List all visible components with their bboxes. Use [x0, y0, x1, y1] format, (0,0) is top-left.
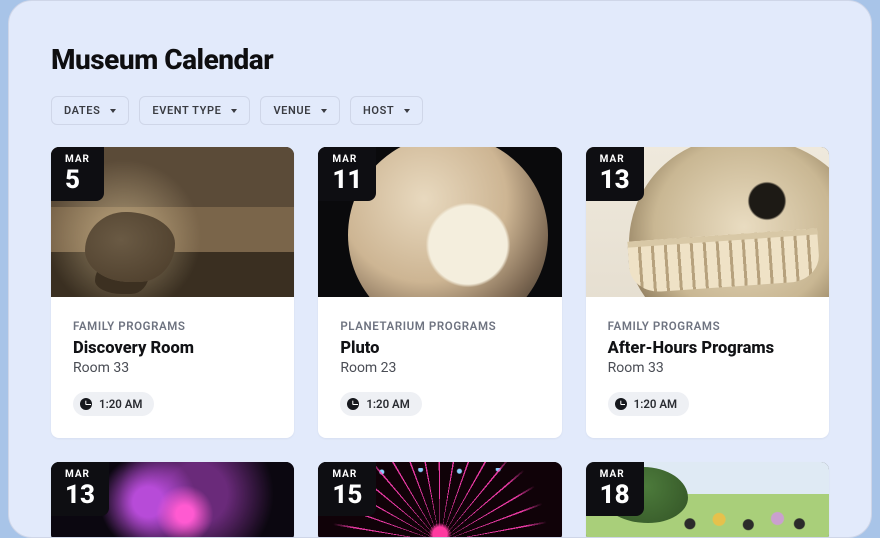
app-window: Museum Calendar DATES EVENT TYPE VENUE H…: [8, 0, 872, 538]
event-thumbnail: MAR 18: [586, 462, 829, 538]
filter-host[interactable]: HOST: [350, 96, 423, 125]
chevron-down-icon: [110, 109, 116, 113]
date-badge: MAR 13: [586, 147, 644, 201]
date-badge: MAR 5: [51, 147, 104, 201]
event-card[interactable]: MAR 15: [318, 462, 561, 538]
time-badge: 1:20 AM: [608, 392, 689, 416]
event-card[interactable]: MAR 18: [586, 462, 829, 538]
clock-icon: [615, 398, 627, 410]
event-title: Discovery Room: [73, 339, 272, 358]
date-month: MAR: [65, 470, 95, 480]
date-badge: MAR 15: [318, 462, 376, 516]
chevron-down-icon: [404, 109, 410, 113]
event-card[interactable]: MAR 11 PLANETARIUM PROGRAMS Pluto Room 2…: [318, 147, 561, 438]
filter-bar: DATES EVENT TYPE VENUE HOST: [51, 96, 829, 125]
filter-dates[interactable]: DATES: [51, 96, 129, 125]
event-category: FAMILY PROGRAMS: [73, 319, 272, 333]
event-category: PLANETARIUM PROGRAMS: [340, 319, 539, 333]
time-badge: 1:20 AM: [73, 392, 154, 416]
event-thumbnail: MAR 11: [318, 147, 561, 297]
event-thumbnail: MAR 13: [586, 147, 829, 297]
date-month: MAR: [600, 470, 630, 480]
date-day: 18: [600, 482, 630, 508]
event-grid: MAR 5 FAMILY PROGRAMS Discovery Room Roo…: [51, 147, 829, 538]
date-month: MAR: [65, 155, 90, 165]
date-badge: MAR 11: [318, 147, 376, 201]
event-card[interactable]: MAR 13: [51, 462, 294, 538]
event-time: 1:20 AM: [99, 397, 142, 411]
filter-label: EVENT TYPE: [152, 104, 221, 117]
date-month: MAR: [600, 155, 630, 165]
date-month: MAR: [332, 155, 362, 165]
time-badge: 1:20 AM: [340, 392, 421, 416]
date-day: 13: [65, 482, 95, 508]
date-badge: MAR 13: [51, 462, 109, 516]
date-day: 5: [65, 167, 90, 193]
filter-label: DATES: [64, 104, 100, 117]
date-month: MAR: [332, 470, 362, 480]
event-category: FAMILY PROGRAMS: [608, 319, 807, 333]
event-title: Pluto: [340, 339, 539, 358]
clock-icon: [347, 398, 359, 410]
event-room: Room 33: [608, 360, 807, 376]
date-badge: MAR 18: [586, 462, 644, 516]
chevron-down-icon: [321, 109, 327, 113]
event-room: Room 23: [340, 360, 539, 376]
filter-label: VENUE: [273, 104, 311, 117]
event-card[interactable]: MAR 13 FAMILY PROGRAMS After-Hours Progr…: [586, 147, 829, 438]
event-thumbnail: MAR 15: [318, 462, 561, 538]
event-room: Room 33: [73, 360, 272, 376]
event-time: 1:20 AM: [634, 397, 677, 411]
filter-label: HOST: [363, 104, 394, 117]
filter-event-type[interactable]: EVENT TYPE: [139, 96, 250, 125]
event-thumbnail: MAR 5: [51, 147, 294, 297]
clock-icon: [80, 398, 92, 410]
event-body: PLANETARIUM PROGRAMS Pluto Room 23 1:20 …: [318, 297, 561, 438]
event-card[interactable]: MAR 5 FAMILY PROGRAMS Discovery Room Roo…: [51, 147, 294, 438]
event-thumbnail: MAR 13: [51, 462, 294, 538]
event-time: 1:20 AM: [366, 397, 409, 411]
event-body: FAMILY PROGRAMS Discovery Room Room 33 1…: [51, 297, 294, 438]
page-title: Museum Calendar: [51, 43, 829, 76]
chevron-down-icon: [231, 109, 237, 113]
date-day: 13: [600, 167, 630, 193]
date-day: 11: [332, 167, 362, 193]
event-title: After-Hours Programs: [608, 339, 807, 358]
filter-venue[interactable]: VENUE: [260, 96, 340, 125]
event-body: FAMILY PROGRAMS After-Hours Programs Roo…: [586, 297, 829, 438]
date-day: 15: [332, 482, 362, 508]
